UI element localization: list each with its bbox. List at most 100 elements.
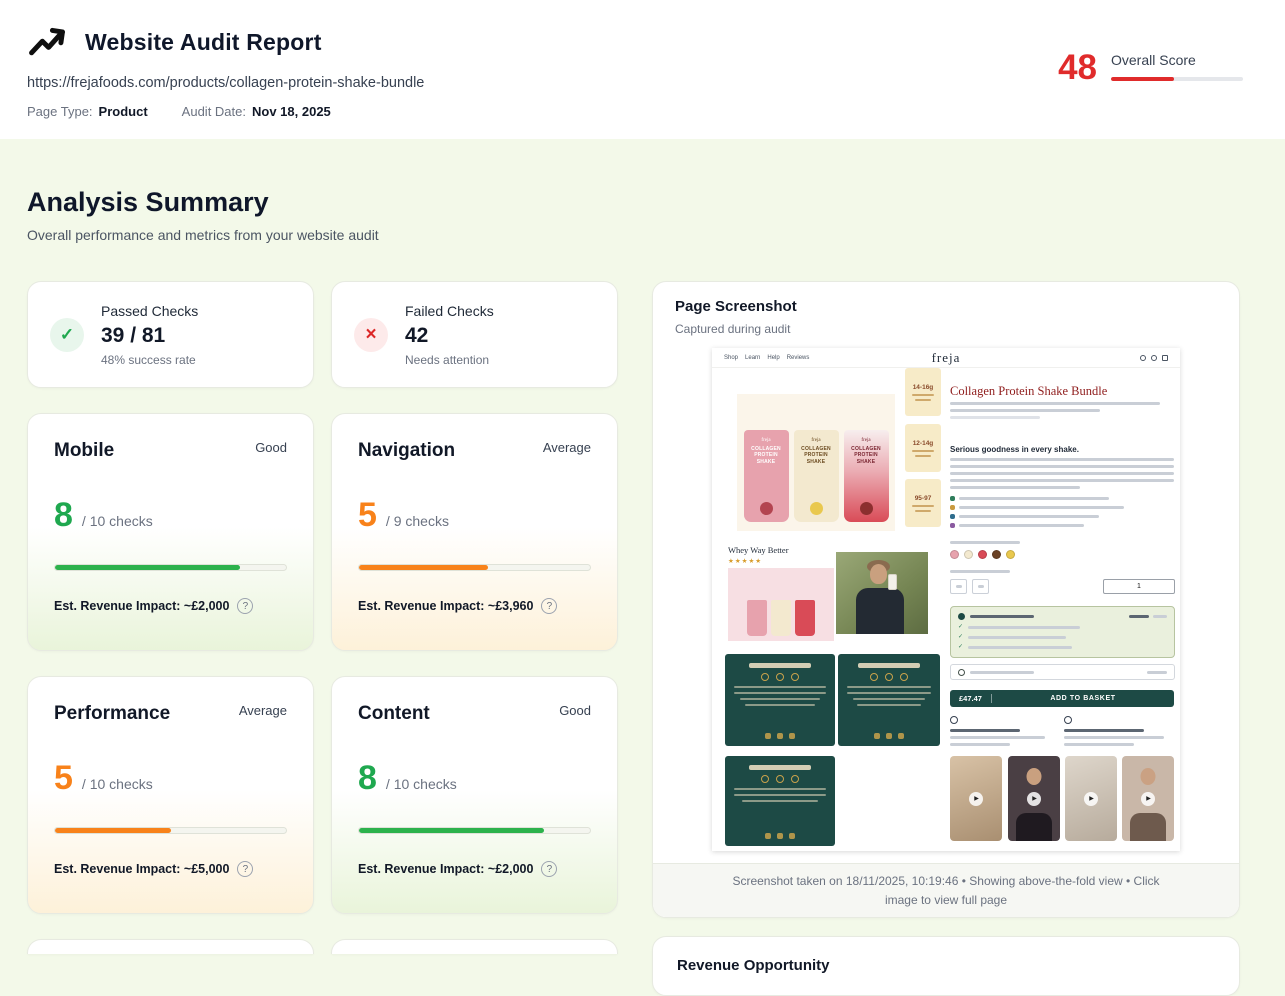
text-line bbox=[968, 646, 1072, 649]
ornament-circle bbox=[761, 673, 769, 681]
video-thumbnail: ▶ bbox=[950, 756, 1002, 841]
panel-title-line bbox=[749, 663, 811, 668]
ornament-circle bbox=[761, 775, 769, 783]
category-score: 8 bbox=[358, 761, 377, 795]
flavor-illustration bbox=[760, 502, 773, 515]
audit-meta: Page Type: Product Audit Date: Nov 18, 2… bbox=[27, 104, 1240, 119]
text-line bbox=[968, 626, 1080, 629]
bullet-icon bbox=[950, 505, 955, 510]
category-progress-fill bbox=[55, 828, 171, 833]
product-gallery-image: freja COLLAGEN PROTEIN SHAKE freja COLLA… bbox=[737, 394, 895, 531]
help-icon[interactable]: ? bbox=[237, 598, 253, 614]
metrics-grid: ✓ Passed Checks 39 / 81 48% success rate… bbox=[27, 281, 618, 954]
subscribe-benefit: ✓ bbox=[958, 634, 1167, 640]
lifestyle-photo bbox=[836, 552, 928, 634]
text-line bbox=[950, 416, 1040, 419]
passed-checks-value: 39 / 81 bbox=[101, 324, 198, 348]
ornament-circle bbox=[776, 673, 784, 681]
revenue-opportunity-card: Revenue Opportunity bbox=[652, 936, 1240, 996]
badge-line bbox=[915, 510, 931, 512]
passed-checks-sub: 48% success rate bbox=[101, 353, 198, 367]
category-progress-bar bbox=[54, 564, 287, 571]
category-name: Performance bbox=[54, 703, 170, 725]
help-icon[interactable]: ? bbox=[237, 861, 253, 877]
ornament-circle bbox=[791, 775, 799, 783]
help-icon[interactable]: ? bbox=[541, 861, 557, 877]
category-progress-fill bbox=[359, 828, 544, 833]
radio-icon bbox=[958, 669, 965, 676]
star-rating: ★★★★★ bbox=[728, 557, 762, 565]
overall-score-widget: 48 Overall Score bbox=[1058, 52, 1243, 84]
text-line bbox=[968, 636, 1066, 639]
text-line bbox=[950, 729, 1020, 732]
panel-icon bbox=[886, 733, 892, 739]
product-pouch: freja COLLAGEN PROTEIN SHAKE bbox=[794, 430, 839, 522]
panel-ornaments bbox=[870, 673, 908, 681]
passed-checks-card: ✓ Passed Checks 39 / 81 48% success rate bbox=[27, 281, 314, 388]
partial-card bbox=[27, 939, 314, 954]
play-icon: ▶ bbox=[1141, 792, 1155, 806]
text-line bbox=[950, 486, 1080, 489]
category-checks: / 10 checks bbox=[386, 776, 457, 792]
category-score: 5 bbox=[54, 761, 73, 795]
page-type-value: Product bbox=[99, 104, 148, 119]
category-progress-fill bbox=[55, 565, 240, 570]
category-checks: / 10 checks bbox=[82, 776, 153, 792]
flavour-selector bbox=[950, 550, 1015, 559]
category-progress-fill bbox=[359, 565, 488, 570]
report-header: Website Audit Report https://frejafoods.… bbox=[0, 0, 1285, 139]
photo-detail bbox=[1130, 813, 1166, 841]
video-thumbnail: ▶ bbox=[1065, 756, 1117, 841]
embedded-nav-icons bbox=[1140, 355, 1168, 361]
screenshot-card-subtitle: Captured during audit bbox=[675, 322, 1217, 336]
pouch-brand: freja bbox=[761, 438, 770, 443]
quantity-selector: 1 bbox=[950, 579, 1175, 594]
price-lines bbox=[1129, 615, 1167, 618]
text-line bbox=[959, 497, 1109, 500]
badge-value: 14-16g bbox=[913, 384, 934, 391]
category-rating-badge: Good bbox=[255, 440, 287, 455]
category-card-content: Content Good 8 / 10 checks Est. Revenue … bbox=[331, 676, 618, 914]
embedded-product-title: Collagen Protein Shake Bundle bbox=[950, 384, 1175, 399]
video-thumbnail: ▶ bbox=[1122, 756, 1174, 841]
cross-circle-icon: × bbox=[354, 318, 388, 352]
failed-checks-card: × Failed Checks 42 Needs attention bbox=[331, 281, 618, 388]
nutrition-badge: 14-16g bbox=[905, 368, 941, 416]
nutrition-badge: 12-14g bbox=[905, 424, 941, 472]
text-line bbox=[734, 686, 826, 688]
text-line bbox=[1064, 736, 1164, 739]
nutrition-panel bbox=[725, 654, 835, 746]
badge-line bbox=[912, 505, 934, 507]
report-body: Analysis Summary Overall performance and… bbox=[0, 187, 1285, 996]
help-icon[interactable]: ? bbox=[541, 598, 557, 614]
category-progress-bar bbox=[358, 564, 591, 571]
failed-checks-label: Failed Checks bbox=[405, 303, 494, 319]
nutrition-badge: 95-97 bbox=[905, 479, 941, 527]
panel-icons bbox=[874, 733, 904, 739]
embedded-nav: Shop Learn Help Reviews freja bbox=[712, 348, 1180, 368]
add-to-basket-button: £47.47 ADD TO BASKET bbox=[950, 690, 1174, 707]
account-icon bbox=[1151, 355, 1157, 361]
photo-detail bbox=[856, 588, 904, 634]
text-line bbox=[950, 736, 1045, 739]
text-line bbox=[978, 585, 984, 588]
text-line bbox=[1147, 671, 1167, 674]
overall-score-value: 48 bbox=[1058, 52, 1097, 84]
text-line bbox=[950, 402, 1160, 405]
photo-detail bbox=[1141, 768, 1156, 785]
badge-line bbox=[915, 455, 931, 457]
page-screenshot-image[interactable]: Shop Learn Help Reviews freja bbox=[712, 348, 1180, 851]
panel-icon bbox=[898, 733, 904, 739]
embedded-headline: Serious goodness in every shake. bbox=[950, 445, 1079, 454]
overall-score-bar bbox=[1111, 77, 1243, 81]
add-to-basket-label: ADD TO BASKET bbox=[992, 695, 1174, 702]
pouch-brand: freja bbox=[861, 438, 870, 443]
pouch-label: COLLAGEN PROTEIN SHAKE bbox=[844, 446, 889, 465]
quantity-option bbox=[950, 579, 967, 594]
check-icon: ✓ bbox=[958, 644, 963, 650]
flavour-swatch bbox=[978, 550, 987, 559]
category-rating-badge: Good bbox=[559, 703, 591, 718]
panel-ornaments bbox=[761, 775, 799, 783]
mini-pouch bbox=[771, 600, 791, 636]
section-subtitle: Overall performance and metrics from you… bbox=[27, 227, 1240, 243]
